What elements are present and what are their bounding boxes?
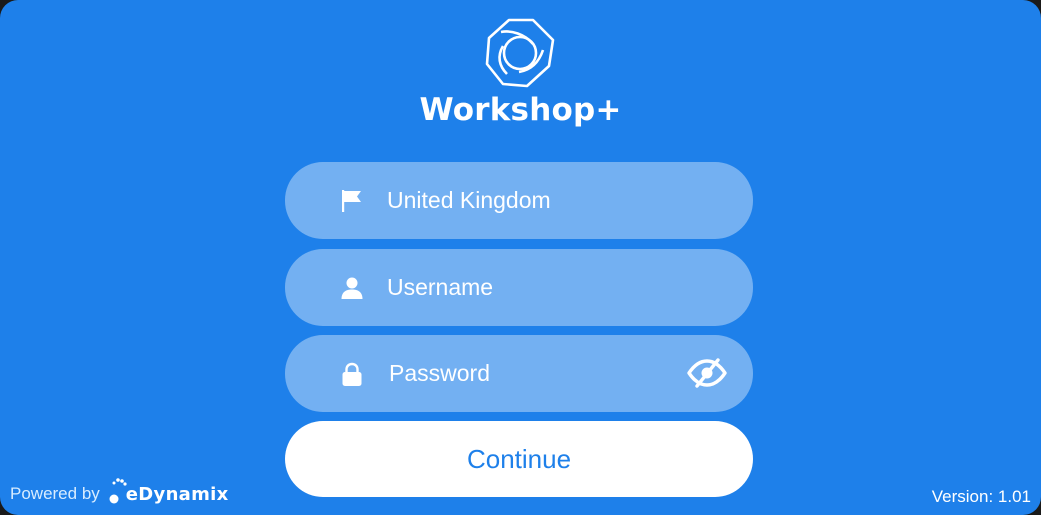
username-input[interactable]	[387, 249, 667, 326]
edynamix-logo-icon	[109, 478, 127, 504]
password-field-container	[285, 335, 753, 412]
app-title: Workshop+	[419, 92, 622, 128]
hexagon-aperture-logo-icon	[485, 18, 555, 88]
country-selector[interactable]: United Kingdom	[285, 162, 753, 239]
powered-by: Powered by eDynamix	[10, 476, 229, 506]
continue-button[interactable]: Continue	[285, 421, 753, 497]
user-icon	[339, 275, 365, 301]
password-input[interactable]	[389, 335, 669, 412]
country-value: United Kingdom	[387, 187, 551, 213]
eye-off-icon[interactable]	[685, 355, 729, 391]
lock-icon	[339, 361, 365, 387]
powered-by-text: Powered by	[10, 484, 100, 503]
login-screen: Workshop+ United Kingdom Username Contin…	[0, 0, 1041, 515]
username-field-container	[285, 249, 753, 326]
edynamix-brand: eDynamix	[125, 484, 229, 505]
flag-icon	[339, 188, 365, 214]
version-label: Version: 1.01	[931, 487, 1031, 506]
